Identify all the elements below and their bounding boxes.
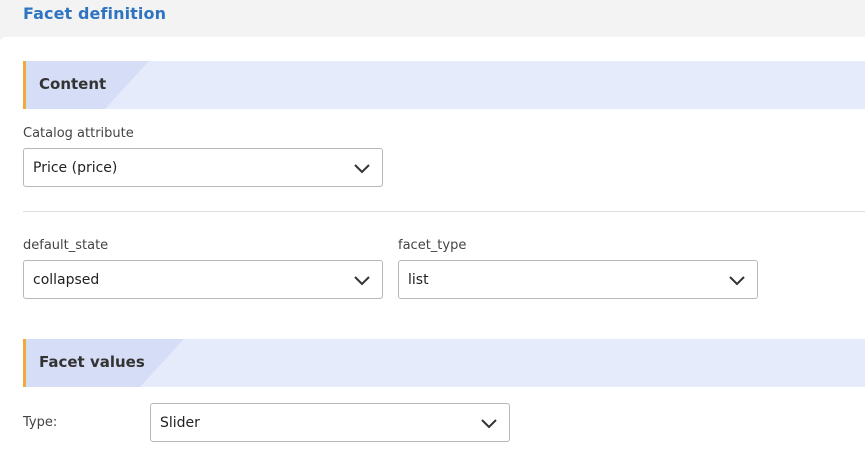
chevron-down-icon: [354, 164, 370, 174]
facet-values-section-header: Facet values: [23, 339, 865, 387]
default-state-label: default_state: [23, 238, 109, 253]
type-value: Slider: [160, 415, 200, 431]
default-state-select[interactable]: collapsed: [23, 260, 383, 299]
chevron-down-icon: [729, 276, 745, 286]
catalog-attribute-value: Price (price): [33, 160, 118, 176]
section-accent-bar: [23, 61, 26, 109]
facet-values-section-title: Facet values: [39, 353, 145, 371]
section-accent-bar: [23, 339, 26, 387]
content-section-title: Content: [39, 75, 107, 93]
type-select[interactable]: Slider: [150, 403, 510, 442]
page-header: Facet definition: [0, 0, 865, 37]
page-title: Facet definition: [23, 4, 167, 23]
facet-type-label: facet_type: [398, 238, 467, 253]
facet-type-select[interactable]: list: [398, 260, 758, 299]
catalog-attribute-label: Catalog attribute: [23, 126, 134, 141]
chevron-down-icon: [481, 419, 497, 429]
default-state-value: collapsed: [33, 272, 100, 288]
facet-type-value: list: [408, 272, 429, 288]
catalog-attribute-select[interactable]: Price (price): [23, 148, 383, 187]
content-section-header: Content: [23, 61, 865, 109]
section-divider: [23, 211, 865, 212]
chevron-down-icon: [354, 276, 370, 286]
type-label: Type:: [23, 415, 58, 430]
